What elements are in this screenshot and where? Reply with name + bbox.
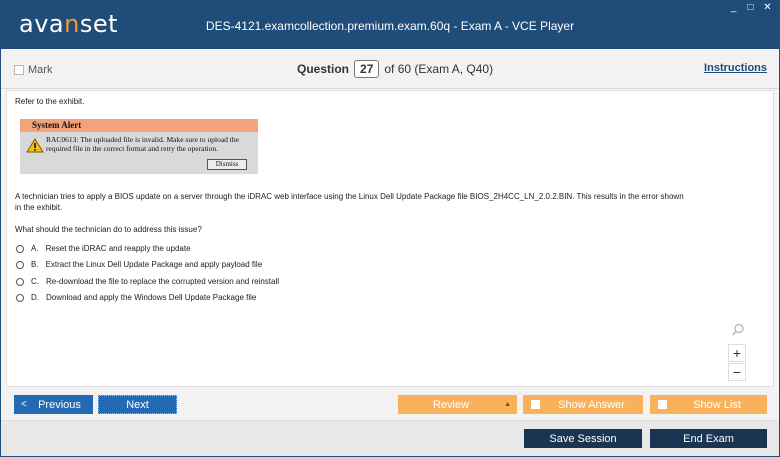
- question-bar: Mark Question 27 of 60 (Exam A, Q40) Ins…: [1, 49, 779, 89]
- question-content: Refer to the exhibit. System Alert RAC06…: [6, 90, 774, 387]
- exhibit-message: RAC0613: The uploaded file is invalid. M…: [46, 135, 239, 153]
- show-list-checkbox[interactable]: [658, 400, 667, 409]
- window-title: DES-4121.examcollection.premium.exam.60q…: [205, 19, 575, 33]
- question-number-field[interactable]: 27: [354, 60, 380, 78]
- save-session-button[interactable]: Save Session: [524, 429, 642, 448]
- chevron-left-icon: <: [21, 399, 27, 410]
- show-list-button[interactable]: Show List: [650, 395, 767, 414]
- zoom-out-button[interactable]: −: [728, 363, 746, 381]
- next-button[interactable]: Next: [98, 395, 177, 414]
- mark-checkbox-box[interactable]: [14, 65, 24, 75]
- previous-button[interactable]: < Previous: [14, 395, 93, 414]
- radio-button[interactable]: [16, 293, 24, 302]
- show-answer-button[interactable]: Show Answer: [523, 395, 643, 414]
- radio-button[interactable]: [16, 260, 24, 269]
- end-exam-button[interactable]: End Exam: [650, 429, 767, 448]
- show-answer-checkbox[interactable]: [531, 400, 540, 409]
- answer-option-c[interactable]: C. Re-download the file to replace the c…: [16, 277, 279, 286]
- close-icon[interactable]: ✕: [762, 3, 773, 14]
- maximize-icon[interactable]: □: [745, 3, 756, 14]
- zoom-in-button[interactable]: +: [728, 344, 746, 362]
- bottom-bar: Save Session End Exam: [1, 420, 779, 456]
- answer-option-a[interactable]: A. Reset the iDRAC and reapply the updat…: [16, 244, 191, 253]
- triangle-up-icon: ▲: [504, 401, 511, 408]
- question-body: A technician tries to apply a BIOS updat…: [15, 192, 684, 212]
- radio-button[interactable]: [16, 277, 24, 286]
- exhibit-title: System Alert: [20, 119, 258, 132]
- question-label: Question: [297, 62, 350, 76]
- navigation-bar: < Previous Next Review ▲ Show Answer Sho…: [1, 388, 779, 420]
- minimize-icon[interactable]: _: [728, 3, 739, 14]
- question-prompt: What should the technician do to address…: [15, 225, 202, 234]
- question-of-label: of 60 (Exam A, Q40): [384, 62, 494, 76]
- exhibit-dismiss-button: Dismiss: [207, 159, 247, 170]
- radio-button[interactable]: [16, 244, 24, 253]
- question-indicator: Question 27 of 60 (Exam A, Q40): [297, 60, 493, 78]
- title-bar: avanset DES-4121.examcollection.premium.…: [1, 1, 779, 49]
- answer-option-d[interactable]: D. Download and apply the Windows Dell U…: [16, 293, 256, 302]
- warning-icon: [26, 138, 44, 153]
- magnifier-icon: [731, 323, 744, 336]
- review-button[interactable]: Review ▲: [398, 395, 517, 414]
- app-window: avanset DES-4121.examcollection.premium.…: [0, 0, 780, 457]
- mark-checkbox[interactable]: Mark: [14, 64, 52, 76]
- mark-label: Mark: [28, 64, 53, 76]
- question-intro: Refer to the exhibit.: [15, 97, 85, 106]
- exhibit-image: System Alert RAC0613: The uploaded file …: [20, 119, 258, 174]
- instructions-link[interactable]: Instructions: [704, 62, 767, 74]
- answer-option-b[interactable]: B. Extract the Linux Dell Update Package…: [16, 260, 262, 269]
